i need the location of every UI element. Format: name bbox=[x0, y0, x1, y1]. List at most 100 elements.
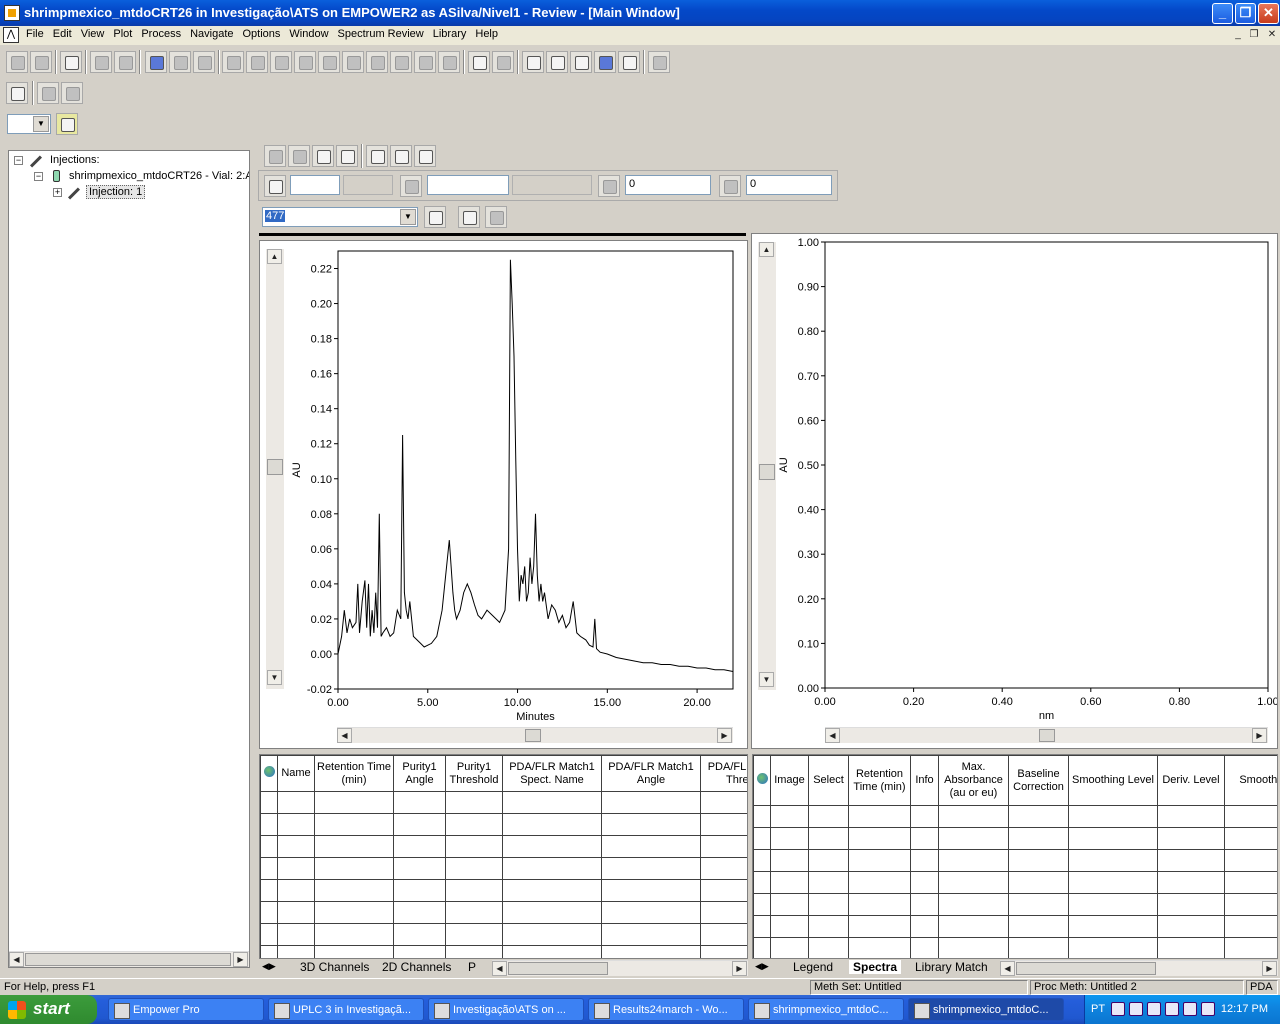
table-row[interactable] bbox=[753, 827, 1277, 850]
peak-apex-icon[interactable] bbox=[598, 175, 620, 197]
table-cell[interactable] bbox=[445, 901, 503, 924]
menu-edit[interactable]: Edit bbox=[53, 28, 77, 40]
toolbar-report2-icon[interactable] bbox=[37, 82, 59, 104]
tree-collapse-icon[interactable]: − bbox=[34, 172, 43, 181]
table-cell[interactable] bbox=[314, 835, 394, 858]
table-cell[interactable] bbox=[1068, 871, 1158, 894]
scroll-left-icon[interactable]: ◀ bbox=[492, 961, 507, 976]
toolbar-integrate-icon[interactable] bbox=[60, 51, 82, 73]
toolbar-save-icon[interactable] bbox=[30, 51, 52, 73]
scroll-left-icon[interactable]: ◀ bbox=[337, 728, 352, 743]
table-cell[interactable] bbox=[848, 937, 911, 958]
spectra-header-6[interactable]: Baseline Correction bbox=[1008, 755, 1069, 806]
table-cell[interactable] bbox=[938, 937, 1009, 958]
table-cell[interactable] bbox=[601, 835, 701, 858]
table-cell[interactable] bbox=[753, 915, 771, 938]
table-cell[interactable] bbox=[848, 805, 911, 828]
table-row[interactable] bbox=[260, 901, 747, 924]
table-cell[interactable] bbox=[1157, 805, 1225, 828]
tab-2d-channels[interactable]: 2D Channels bbox=[378, 960, 455, 974]
table-cell[interactable] bbox=[260, 835, 278, 858]
spectra-header-0[interactable] bbox=[753, 755, 771, 806]
tray-network-icon[interactable] bbox=[1165, 1002, 1179, 1016]
toolbar-calib2-icon[interactable] bbox=[193, 51, 215, 73]
table-row[interactable] bbox=[260, 923, 747, 946]
table-cell[interactable] bbox=[808, 937, 849, 958]
tab-peaks[interactable]: P bbox=[464, 960, 480, 974]
table-cell[interactable] bbox=[445, 835, 503, 858]
table-cell[interactable] bbox=[314, 945, 394, 958]
table-cell[interactable] bbox=[601, 813, 701, 836]
toolbar-chrom-icon[interactable] bbox=[145, 51, 167, 73]
toolbar-print-icon[interactable] bbox=[648, 51, 670, 73]
table-cell[interactable] bbox=[260, 879, 278, 902]
toolbar-tool1-icon[interactable] bbox=[222, 51, 244, 73]
table-cell[interactable] bbox=[1008, 893, 1069, 916]
table-cell[interactable] bbox=[502, 923, 602, 946]
menu-spectrum-review[interactable]: Spectrum Review bbox=[338, 28, 429, 40]
peak-header-6[interactable]: PDA/FLR Match1 Angle bbox=[601, 755, 701, 792]
table-row[interactable] bbox=[753, 805, 1277, 828]
peak-end-icon[interactable] bbox=[719, 175, 741, 197]
table-cell[interactable] bbox=[910, 827, 939, 850]
tab-legend[interactable]: Legend bbox=[789, 960, 837, 974]
table-cell[interactable] bbox=[1008, 827, 1069, 850]
scroll-right-icon[interactable]: ▶ bbox=[1252, 728, 1267, 743]
table-cell[interactable] bbox=[848, 871, 911, 894]
table-cell[interactable] bbox=[502, 879, 602, 902]
tab-3d-channels[interactable]: 3D Channels bbox=[296, 960, 373, 974]
table-cell[interactable] bbox=[393, 791, 446, 814]
table-cell[interactable] bbox=[314, 879, 394, 902]
peak-hscrollbar[interactable]: ◀ ▶ bbox=[492, 960, 748, 976]
table-cell[interactable] bbox=[1008, 915, 1069, 938]
toolbar-tool3-icon[interactable] bbox=[270, 51, 292, 73]
table-cell[interactable] bbox=[938, 871, 1009, 894]
peak-start-icon[interactable] bbox=[400, 175, 422, 197]
table-cell[interactable] bbox=[700, 923, 747, 946]
table-cell[interactable] bbox=[700, 791, 747, 814]
table-cell[interactable] bbox=[753, 893, 771, 916]
mdi-close-button[interactable]: ✕ bbox=[1264, 28, 1280, 42]
toolbar-view4-icon[interactable] bbox=[594, 51, 616, 73]
table-row[interactable] bbox=[260, 945, 747, 958]
table-row[interactable] bbox=[260, 813, 747, 836]
table-cell[interactable] bbox=[1157, 893, 1225, 916]
task-empower-pro[interactable]: Empower Pro bbox=[108, 998, 264, 1021]
spec-tool2-icon[interactable] bbox=[288, 145, 310, 167]
table-row[interactable] bbox=[753, 937, 1277, 958]
scroll-right-icon[interactable]: ▶ bbox=[1262, 961, 1277, 976]
spectra-header-4[interactable]: Info bbox=[910, 755, 939, 806]
spectrum-field-3[interactable] bbox=[427, 175, 509, 195]
chevron-down-icon[interactable]: ▼ bbox=[400, 209, 416, 225]
globe-icon[interactable] bbox=[756, 773, 768, 784]
table-cell[interactable] bbox=[393, 945, 446, 958]
toolbar-view2-icon[interactable] bbox=[546, 51, 568, 73]
table-cell[interactable] bbox=[1157, 827, 1225, 850]
table-cell[interactable] bbox=[1157, 849, 1225, 872]
peak-header-2[interactable]: Retention Time (min) bbox=[314, 755, 394, 792]
table-cell[interactable] bbox=[277, 835, 315, 858]
spectrum-sum-icon[interactable] bbox=[485, 206, 507, 228]
spectra-header-8[interactable]: Deriv. Level bbox=[1157, 755, 1225, 806]
spec-tool7-icon[interactable] bbox=[414, 145, 436, 167]
tray-monitor-icon[interactable] bbox=[1201, 1002, 1215, 1016]
toolbar-tool10-icon[interactable] bbox=[438, 51, 460, 73]
scroll-thumb[interactable] bbox=[1016, 962, 1156, 975]
scroll-thumb[interactable] bbox=[525, 729, 541, 742]
mdi-restore-button[interactable]: ❐ bbox=[1246, 28, 1262, 42]
toolbar-view1-icon[interactable] bbox=[522, 51, 544, 73]
table-cell[interactable] bbox=[314, 923, 394, 946]
scroll-thumb[interactable] bbox=[1039, 729, 1055, 742]
table-cell[interactable] bbox=[1224, 827, 1277, 850]
spec-tool1-icon[interactable] bbox=[264, 145, 286, 167]
table-cell[interactable] bbox=[808, 893, 849, 916]
table-cell[interactable] bbox=[808, 915, 849, 938]
chromatogram-chart[interactable]: -0.020.000.020.040.060.080.100.120.140.1… bbox=[260, 241, 747, 721]
table-row[interactable] bbox=[753, 893, 1277, 916]
table-cell[interactable] bbox=[910, 849, 939, 872]
tab-scroll-left-icon[interactable]: ◀▶ bbox=[262, 961, 276, 972]
table-cell[interactable] bbox=[1224, 849, 1277, 872]
table-cell[interactable] bbox=[770, 849, 809, 872]
toolbar-combo[interactable]: ▼ bbox=[7, 114, 51, 134]
toolbar-tool6-icon[interactable] bbox=[342, 51, 364, 73]
